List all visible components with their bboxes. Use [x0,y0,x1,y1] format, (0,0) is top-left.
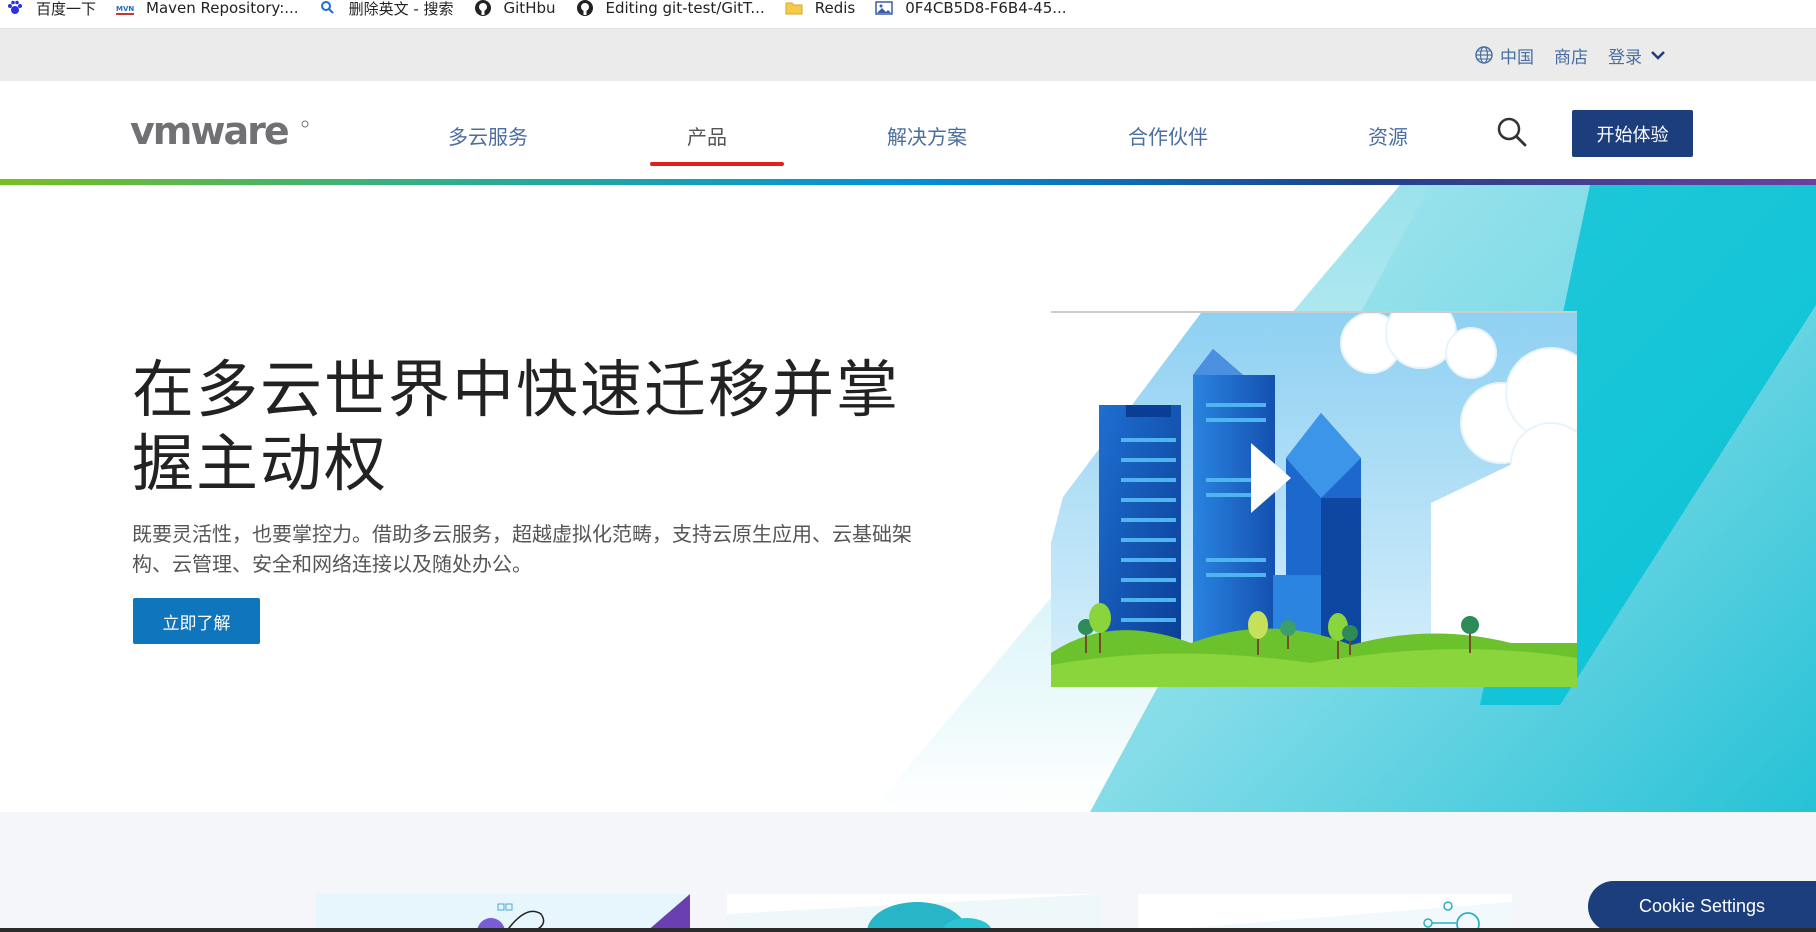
vmware-logo[interactable]: vmware [130,116,310,150]
bookmark-label: Redis [814,0,856,17]
bookmark-label: 删除英文 - 搜索 [348,0,454,18]
globe-icon [1475,46,1493,64]
hero-section: 在多云世界中快速迁移并掌握主动权 既要灵活性，也要掌控力。借助多云服务，超越虚拟… [0,185,1816,812]
region-label: 中国 [1500,47,1534,68]
search-icon[interactable] [1496,116,1528,148]
bookmark-label: GitHbu [503,0,556,17]
nav-item-partners[interactable]: 合作伙伴 [1128,121,1208,150]
bookmark-redis[interactable]: Redis [785,0,855,23]
window-bottom-edge [0,928,1816,932]
login-menu[interactable]: 登录 [1608,43,1666,68]
card-illustration [1138,894,1512,932]
bookmark-label: Editing git-test/GitT... [605,0,765,17]
baidu-icon [6,0,24,17]
bookmark-label: 百度一下 [36,0,97,18]
nav-item-solutions[interactable]: 解决方案 [887,121,967,150]
hero-title: 在多云世界中快速迁移并掌握主动权 [132,353,901,500]
store-label: 商店 [1554,47,1588,68]
chevron-down-icon [1651,51,1665,60]
bookmark-bing-search[interactable]: 删除英文 - 搜索 [319,0,454,23]
card-illustration [727,894,1101,932]
login-label: 登录 [1608,47,1642,68]
github-icon [474,0,492,17]
learn-more-button[interactable]: 立即了解 [133,598,260,644]
utility-bar: 中国 商店 登录 [0,29,1816,81]
search-icon [319,0,337,17]
github-icon [576,0,594,17]
store-link[interactable]: 商店 [1554,43,1588,68]
nav-item-resources[interactable]: 资源 [1368,121,1408,150]
feature-card[interactable] [316,894,690,932]
nav-active-indicator [650,162,784,166]
bookmarks-bar: 百度一下 MVN Maven Repository:... 删除英文 - 搜索 … [0,0,1816,29]
start-trial-button[interactable]: 开始体验 [1572,110,1693,157]
hero-video-thumbnail[interactable] [1051,311,1577,687]
bookmark-image[interactable]: 0F4CB5D8-F6B4-45... [875,0,1067,23]
bookmark-github[interactable]: GitHbu [474,0,556,23]
nav-item-products[interactable]: 产品 [687,121,727,150]
main-nav: vmware 多云服务 产品 解决方案 合作伙伴 资源 开始体验 [0,81,1816,179]
bookmark-label: 0F4CB5D8-F6B4-45... [905,0,1067,17]
feature-card[interactable] [1138,894,1512,932]
bookmark-label: Maven Repository:... [146,0,299,17]
hero-description: 既要灵活性，也要掌控力。借助多云服务，超越虚拟化范畴，支持云原生应用、云基础架构… [132,522,912,576]
image-icon [875,0,893,17]
bookmark-maven[interactable]: MVN Maven Repository:... [116,0,299,23]
feature-cards-section: Cookie Settings [0,812,1816,932]
svg-text:MVN: MVN [116,5,134,13]
region-selector[interactable]: 中国 [1474,43,1534,68]
svg-text:vmware: vmware [130,116,288,150]
card-illustration [316,894,690,932]
feature-card[interactable] [727,894,1101,932]
folder-icon [785,0,803,17]
cookie-settings-button[interactable]: Cookie Settings [1588,881,1816,932]
city-illustration [1051,313,1577,687]
mvn-icon: MVN [116,0,135,17]
bookmark-baidu[interactable]: 百度一下 [6,0,96,23]
nav-item-multicloud[interactable]: 多云服务 [448,121,528,150]
bookmark-github-editing[interactable]: Editing git-test/GitT... [576,0,765,23]
